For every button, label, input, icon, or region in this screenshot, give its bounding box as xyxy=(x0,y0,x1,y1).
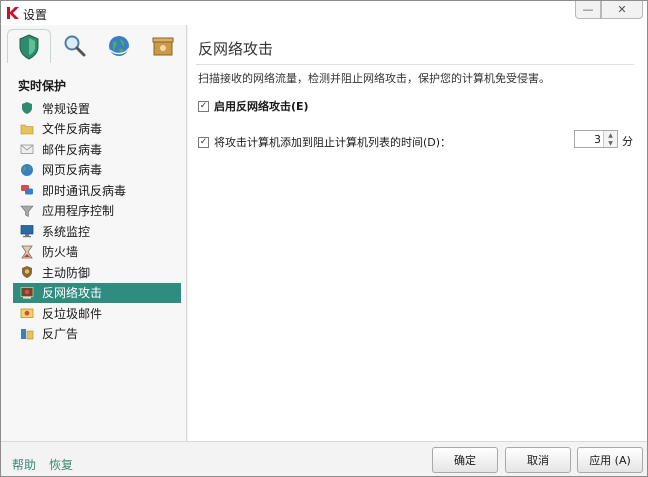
ok-button[interactable]: 确定 xyxy=(432,447,498,473)
sidebar-item-label: 系统监控 xyxy=(42,224,91,239)
block-computer-label: 将攻击计算机添加到阻止计算机列表的时间(D)： xyxy=(214,136,452,149)
page-title: 反网络攻击 xyxy=(198,40,274,58)
sidebar-item-mail-antivirus[interactable]: 邮件反病毒 xyxy=(13,139,181,160)
title-divider xyxy=(196,64,634,65)
sidebar-item-web-antivirus[interactable]: 网页反病毒 xyxy=(13,160,181,181)
magnifier-icon xyxy=(64,35,86,57)
box-icon xyxy=(152,37,174,56)
sidebar-item-label: 主动防御 xyxy=(42,265,91,280)
shield-icon xyxy=(19,33,39,60)
sidebar-item-network-attack-blocker[interactable]: 反网络攻击 xyxy=(13,282,181,303)
sidebar-item-label: 反广告 xyxy=(42,327,79,342)
block-computer-option[interactable]: ✓ 将攻击计算机添加到阻止计算机列表的时间(D)： xyxy=(198,134,451,150)
globe-icon xyxy=(109,36,130,56)
category-tabs xyxy=(7,29,183,63)
cancel-button[interactable]: 取消 xyxy=(505,447,571,473)
sidebar-item-label: 网页反病毒 xyxy=(42,163,103,178)
sidebar-item-label: 防火墙 xyxy=(42,245,79,260)
sidebar-item-label: 应用程序控制 xyxy=(42,204,115,219)
enable-attack-blocker-label: 启用反网络攻击(E) xyxy=(214,100,309,113)
block-computer-checkbox[interactable]: ✓ xyxy=(198,136,209,148)
enable-attack-blocker-option[interactable]: ✓ 启用反网络攻击(E) xyxy=(198,98,309,114)
sidebar-item-label: 邮件反病毒 xyxy=(42,142,103,157)
apply-button[interactable]: 应用 (A) xyxy=(577,447,643,473)
help-link[interactable]: 帮助 xyxy=(12,456,36,473)
sidebar-item-anti-banner[interactable]: 反广告 xyxy=(13,324,181,345)
chat-icon xyxy=(21,185,33,195)
sidebar-item-label: 文件反病毒 xyxy=(42,122,103,137)
hourglass-icon xyxy=(21,245,33,259)
sidebar-item-firewall[interactable]: 防火墙 xyxy=(13,242,181,263)
envelope-icon xyxy=(20,144,34,155)
minutes-unit-label: 分 xyxy=(622,135,633,148)
sidebar-item-label: 常规设置 xyxy=(42,101,91,116)
settings-window: 设置 — ✕ 实时保护 常规设置 文件反病毒 邮件反病毒 网页反病毒 即时通讯反… xyxy=(0,0,648,477)
tab-scan[interactable] xyxy=(53,29,97,63)
monitor-icon xyxy=(20,225,34,238)
window-title: 设置 xyxy=(23,8,48,22)
stepper-down-icon[interactable]: ▼ xyxy=(604,139,617,147)
stepper-up-icon[interactable]: ▲ xyxy=(604,131,617,139)
block-minutes-value[interactable]: 3 xyxy=(594,133,601,146)
restore-link[interactable]: 恢复 xyxy=(49,456,73,473)
title-bar: 设置 — ✕ xyxy=(1,1,647,25)
folder-icon xyxy=(20,124,34,135)
bottom-bar: 帮助 恢复 确定 取消 应用 (A) xyxy=(1,441,647,476)
close-button[interactable]: ✕ xyxy=(601,1,643,19)
globe-icon xyxy=(21,163,33,176)
guard-icon xyxy=(22,266,32,279)
sidebar-item-general[interactable]: 常规设置 xyxy=(13,98,181,119)
tab-options[interactable] xyxy=(141,29,185,63)
sidebar-item-file-antivirus[interactable]: 文件反病毒 xyxy=(13,119,181,140)
funnel-icon xyxy=(20,205,34,217)
page-description: 扫描接收的网络流量，检测并阻止网络攻击，保护您的计算机免受侵害。 xyxy=(198,72,550,85)
sidebar-item-app-control[interactable]: 应用程序控制 xyxy=(13,201,181,222)
sidebar-item-label: 即时通讯反病毒 xyxy=(42,183,127,198)
block-minutes-stepper[interactable]: 3 ▲ ▼ xyxy=(574,130,618,148)
sidebar-item-anti-spam[interactable]: 反垃圾邮件 xyxy=(13,303,181,324)
ad-icon xyxy=(21,328,34,340)
section-title: 实时保护 xyxy=(18,79,67,93)
enable-attack-blocker-checkbox[interactable]: ✓ xyxy=(198,100,209,112)
settings-panel: 反网络攻击 扫描接收的网络流量，检测并阻止网络攻击，保护您的计算机免受侵害。 ✓… xyxy=(188,25,647,441)
shield-icon xyxy=(22,102,32,115)
protection-nav-list: 常规设置 文件反病毒 邮件反病毒 网页反病毒 即时通讯反病毒 应用程序控制 系统… xyxy=(13,98,181,344)
tab-update[interactable] xyxy=(97,29,141,63)
sidebar-item-label: 反垃圾邮件 xyxy=(42,306,103,321)
sidebar-item-system-watcher[interactable]: 系统监控 xyxy=(13,221,181,242)
sidebar-item-proactive-defense[interactable]: 主动防御 xyxy=(13,262,181,283)
sidebar: 实时保护 常规设置 文件反病毒 邮件反病毒 网页反病毒 即时通讯反病毒 应用程序… xyxy=(1,25,187,441)
minimize-button[interactable]: — xyxy=(575,1,601,19)
sidebar-item-label: 反网络攻击 xyxy=(42,286,103,301)
tab-protection[interactable] xyxy=(7,29,51,63)
spam-icon xyxy=(20,308,34,319)
network-attack-icon xyxy=(20,286,34,299)
kaspersky-logo-icon xyxy=(7,7,19,19)
sidebar-item-im-antivirus[interactable]: 即时通讯反病毒 xyxy=(13,180,181,201)
